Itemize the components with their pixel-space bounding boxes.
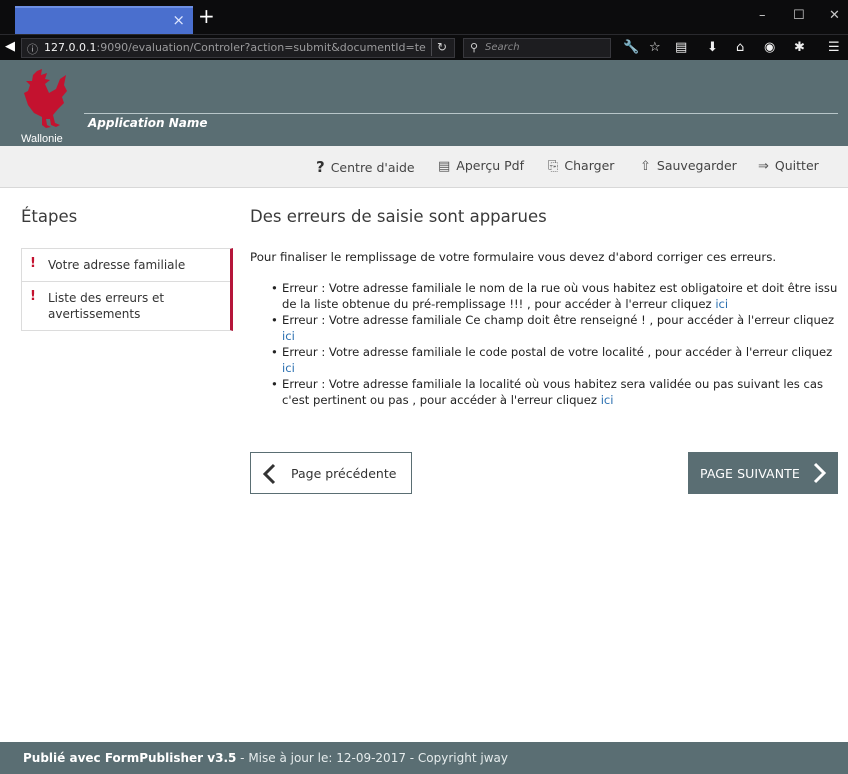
error-link[interactable]: ici <box>601 393 614 407</box>
error-link[interactable]: ici <box>715 297 728 311</box>
document-icon: ▤ <box>438 159 451 174</box>
help-label: Centre d'aide <box>330 160 415 175</box>
maximize-button[interactable]: ☐ <box>793 8 805 24</box>
upload-icon: ⇧ <box>640 159 651 174</box>
step-item-errors[interactable]: ! Liste des erreurs et avertissements <box>22 281 230 330</box>
error-item: Erreur : Votre adresse familiale le code… <box>270 344 840 376</box>
browser-nav-bar: ◀ ⓘ 127.0.0.1:9090/evaluation/Controler?… <box>0 34 848 60</box>
header-divider <box>84 113 838 114</box>
search-placeholder: Search <box>485 42 520 53</box>
load-icon: ⎘ <box>548 159 559 174</box>
error-icon: ! <box>30 289 36 304</box>
page-footer: Publié avec FormPublisher v3.5 - Mise à … <box>0 742 848 774</box>
error-link[interactable]: ici <box>282 329 295 343</box>
browser-search-input[interactable]: ⚲ Search <box>463 38 611 58</box>
intro-text: Pour finaliser le remplissage de votre f… <box>250 250 777 264</box>
error-item: Erreur : Votre adresse familiale le nom … <box>270 280 840 312</box>
error-text: Erreur : Votre adresse familiale le code… <box>282 345 833 359</box>
step-item-address[interactable]: ! Votre adresse familiale <box>22 249 230 281</box>
question-icon: ? <box>316 158 325 176</box>
exit-icon: ⇒ <box>758 159 769 174</box>
url-path: :9090/evaluation/Controler?action=submit… <box>96 41 426 54</box>
pdf-preview-label: Aperçu Pdf <box>456 158 524 173</box>
chevron-right-icon <box>813 462 827 484</box>
rooster-icon <box>24 69 67 128</box>
previous-page-button[interactable]: Page précédente <box>250 452 412 494</box>
wallonie-logo[interactable]: Wallonie <box>18 67 76 145</box>
error-text: Erreur : Votre adresse familiale la loca… <box>282 377 823 407</box>
star-icon[interactable]: ☆ <box>649 41 661 55</box>
extension-icon[interactable]: ✱ <box>794 41 805 55</box>
steps-heading: Étapes <box>21 207 78 226</box>
chevron-left-icon <box>262 463 276 485</box>
steps-list: ! Votre adresse familiale ! Liste des er… <box>21 248 233 331</box>
download-icon[interactable]: ⬇ <box>707 41 718 55</box>
reader-icon[interactable]: ▤ <box>675 41 687 55</box>
next-page-button[interactable]: PAGE SUIVANTE <box>688 452 838 494</box>
help-center-link[interactable]: ? Centre d'aide <box>316 158 415 176</box>
menu-icon[interactable]: ☰ <box>828 41 840 55</box>
page-title: Des erreurs de saisie sont apparues <box>250 207 547 226</box>
application-name: Application Name <box>88 116 208 130</box>
load-label: Charger <box>564 158 615 173</box>
error-text: Erreur : Votre adresse familiale le nom … <box>282 281 838 311</box>
step-label: Votre adresse familiale <box>48 258 186 272</box>
error-link[interactable]: ici <box>282 361 295 375</box>
next-page-label: PAGE SUIVANTE <box>700 466 800 481</box>
footer-details: - Mise à jour le: 12-09-2017 - Copyright… <box>236 751 508 765</box>
minimize-button[interactable]: – <box>759 8 766 24</box>
publisher-credit: Publié avec FormPublisher v3.5 <box>23 751 237 765</box>
app-toolbar: ? Centre d'aide ▤ Aperçu Pdf ⎘ Charger ⇧ Sau… <box>0 146 848 188</box>
previous-page-label: Page précédente <box>291 466 397 481</box>
url-separator <box>431 38 432 56</box>
close-window-button[interactable]: ✕ <box>829 8 840 24</box>
app-header: Wallonie Application Name <box>0 60 848 146</box>
info-icon[interactable]: ⓘ <box>27 41 38 57</box>
url-bar[interactable]: ⓘ 127.0.0.1:9090/evaluation/Controler?ac… <box>21 38 455 58</box>
url-text: 127.0.0.1:9090/evaluation/Controler?acti… <box>44 41 426 54</box>
close-tab-icon[interactable]: × <box>172 11 185 29</box>
error-text: Erreur : Votre adresse familiale Ce cham… <box>282 313 835 327</box>
wrench-icon[interactable]: 🔧 <box>623 41 639 55</box>
error-list: Erreur : Votre adresse familiale le nom … <box>270 280 840 408</box>
save-label: Sauvegarder <box>656 158 737 173</box>
brand-name: Wallonie <box>21 133 63 145</box>
home-icon[interactable]: ⌂ <box>736 41 744 55</box>
browser-tab-bar: × + – ☐ ✕ <box>0 0 848 34</box>
step-label: Liste des erreurs et avertissements <box>48 291 165 321</box>
error-icon: ! <box>30 256 36 271</box>
quit-link[interactable]: ⇒ Quitter <box>758 158 819 176</box>
pdf-preview-link[interactable]: ▤ Aperçu Pdf <box>438 158 524 176</box>
load-link[interactable]: ⎘ Charger <box>548 158 614 176</box>
back-arrow-icon[interactable]: ◀ <box>5 39 15 55</box>
search-icon: ⚲ <box>470 41 479 54</box>
quit-label: Quitter <box>774 158 819 173</box>
reload-icon[interactable]: ↻ <box>437 40 447 54</box>
error-item: Erreur : Votre adresse familiale la loca… <box>270 376 840 408</box>
pocket-icon[interactable]: ◉ <box>764 41 775 55</box>
url-host: 127.0.0.1 <box>44 41 97 54</box>
new-tab-button[interactable]: + <box>198 6 215 26</box>
browser-tab[interactable]: × <box>15 6 193 34</box>
save-link[interactable]: ⇧ Sauvegarder <box>640 158 737 176</box>
error-item: Erreur : Votre adresse familiale Ce cham… <box>270 312 840 344</box>
